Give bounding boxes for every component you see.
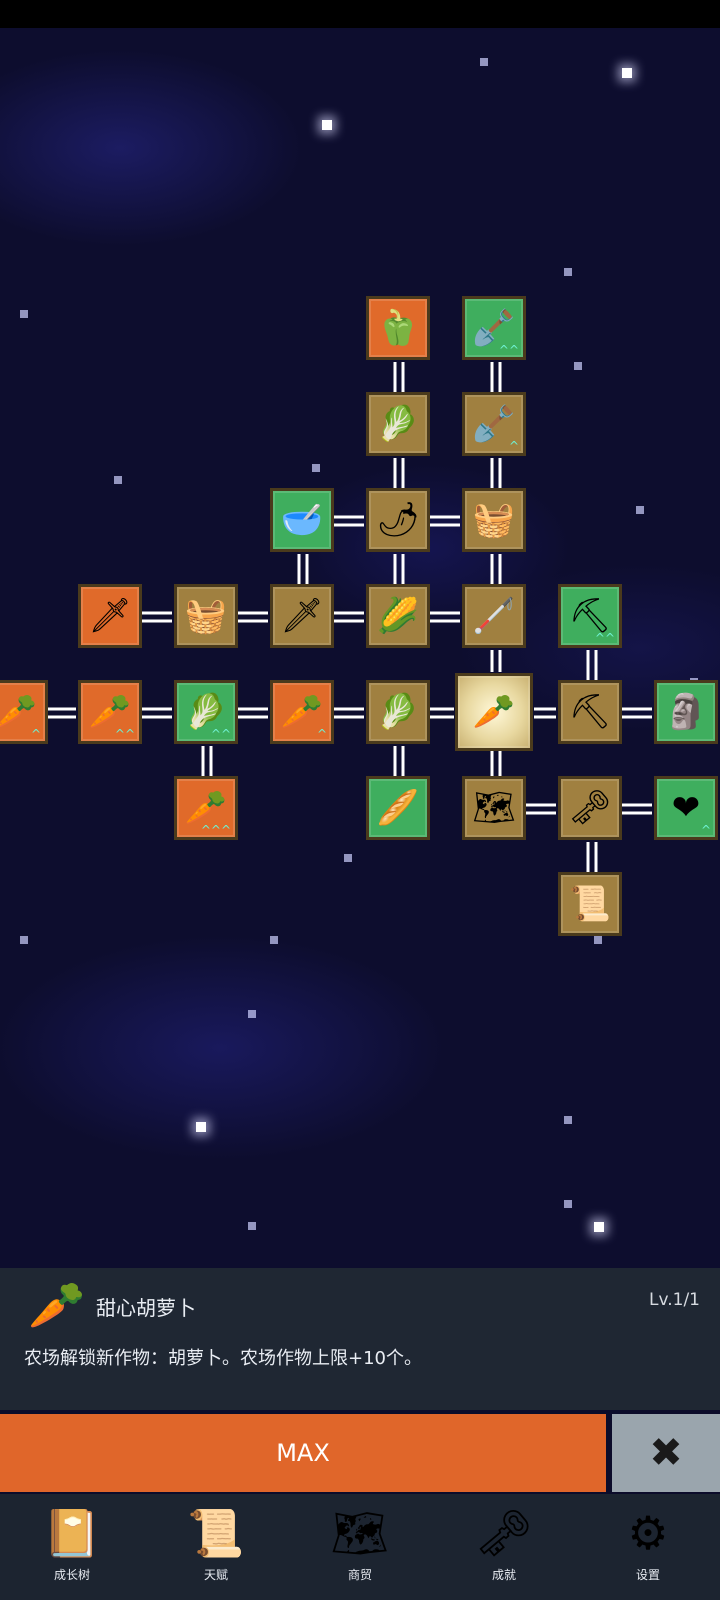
skill-detail-panel: 🥕 甜心胡萝卜 Lv.1/1 农场解锁新作物：胡萝卜。农场作物上限+10个。 <box>0 1268 720 1410</box>
skill-node-carrot-selected[interactable]: 🥕 <box>455 673 533 751</box>
skill-node-chili[interactable]: 🌶 <box>366 488 430 552</box>
tree-connectors <box>48 362 652 872</box>
skill-node-cabbage-left[interactable]: 🥬 ^^ <box>174 680 238 744</box>
statue-icon: 🗿 <box>664 692 708 732</box>
nav-item-growth-tree[interactable]: 📔 成长树 <box>0 1494 144 1600</box>
max-button[interactable]: MAX <box>0 1414 606 1492</box>
skill-node-shovel-top[interactable]: 🪏 ^^ <box>462 296 526 360</box>
skill-node-hoe[interactable]: 🦯 <box>462 584 526 648</box>
heart-icon: ❤ <box>671 788 701 828</box>
golden-key-icon: 🗝 <box>474 1506 534 1560</box>
skill-node-pickaxe-top[interactable]: ⛏ ^^ <box>558 584 622 648</box>
skill-node-heart[interactable]: ❤ ^ <box>654 776 718 840</box>
skill-tree-canvas[interactable]: 🫑 🪏 ^^ 🥬 🪏 ^ 🥣 🌶 🧺 🗡 🧺 🗡 🌽 🦯 ⛏ ^^ 🥕 ^ 🥕 ^^ 🥬 ^… <box>0 28 720 1268</box>
map-icon: 🗺 <box>330 1506 390 1560</box>
nav-item-trade[interactable]: 🗺 商贸 <box>288 1494 432 1600</box>
scroll-icon: 📜 <box>187 1506 245 1560</box>
chest-icon: 🧺 <box>184 596 228 636</box>
cabbage-icon: 🥬 <box>376 692 420 732</box>
nav-label: 天赋 <box>203 1568 228 1582</box>
bell-pepper-icon: 🫑 <box>376 308 420 348</box>
sword-icon: 🗡 <box>280 596 324 636</box>
pickaxe-icon: ⛏ <box>568 596 612 636</box>
upgrade-chevron-icon: ^ <box>700 823 711 837</box>
parsnip-icon: 🥖 <box>376 788 420 828</box>
skill-node-chest-top[interactable]: 🧺 <box>462 488 526 552</box>
cabbage-icon: 🥬 <box>184 692 228 732</box>
skill-node-shovel-mid[interactable]: 🪏 ^ <box>462 392 526 456</box>
scroll-icon: 📜 <box>568 884 612 924</box>
golden-key-icon: 🗝 <box>568 788 612 828</box>
nav-item-achievement[interactable]: 🗝 成就 <box>432 1494 576 1600</box>
close-button[interactable]: ✖ <box>612 1414 720 1492</box>
skill-node-carrot-2[interactable]: 🥕 ^^ <box>78 680 142 744</box>
nav-item-settings[interactable]: ⚙ 设置 <box>576 1494 720 1600</box>
skill-node-pickaxe-mid[interactable]: ⛏ <box>558 680 622 744</box>
nav-label: 设置 <box>635 1568 660 1582</box>
skill-node-chest-left[interactable]: 🧺 <box>174 584 238 648</box>
nav-label: 成就 <box>491 1568 516 1582</box>
skill-node-cabbage-mid[interactable]: 🥬 <box>366 680 430 744</box>
shovel-icon: 🪏 <box>472 308 516 348</box>
skill-node-radish[interactable]: 🥬 <box>366 392 430 456</box>
carrot-icon: 🥕 <box>472 692 516 732</box>
nav-label: 商贸 <box>347 1568 372 1582</box>
skill-node-pepper[interactable]: 🫑 <box>366 296 430 360</box>
carrot-icon: 🥕 <box>0 692 38 732</box>
skill-node-key[interactable]: 🗝 <box>558 776 622 840</box>
skill-node-carrot-low[interactable]: 🥕 ^^^ <box>174 776 238 840</box>
upgrade-chevron-icon: ^^^ <box>200 823 231 837</box>
upgrade-chevron-icon: ^^ <box>114 727 135 741</box>
skill-node-statue[interactable]: 🗿 <box>654 680 718 744</box>
chili-icon: 🌶 <box>376 500 420 540</box>
skill-node-sword-left[interactable]: 🗡 <box>78 584 142 648</box>
skill-node-corn[interactable]: 🌽 <box>366 584 430 648</box>
gear-icon: ⚙ <box>627 1506 669 1560</box>
upgrade-chevron-icon: ^ <box>30 727 41 741</box>
skill-node-scroll[interactable]: 📜 <box>558 872 622 936</box>
upgrade-chevron-icon: ^ <box>508 439 519 453</box>
bottom-nav: 📔 成长树 📜 天赋 🗺 商贸 🗝 成就 ⚙ 设置 <box>0 1494 720 1600</box>
carrot-icon: 🥕 <box>28 1278 86 1332</box>
skill-level: Lv.1/1 <box>649 1290 700 1310</box>
shovel-icon: 🪏 <box>472 404 516 444</box>
skill-description: 农场解锁新作物：胡萝卜。农场作物上限+10个。 <box>24 1348 422 1369</box>
carrot-icon: 🥕 <box>280 692 324 732</box>
chest-icon: 🧺 <box>472 500 516 540</box>
skill-node-bowl[interactable]: 🥣 <box>270 488 334 552</box>
map-icon: 🗺 <box>472 788 516 828</box>
skill-node-parsnip[interactable]: 🥖 <box>366 776 430 840</box>
upgrade-chevron-icon: ^^ <box>210 727 231 741</box>
skill-node-map[interactable]: 🗺 <box>462 776 526 840</box>
upgrade-chevron-icon: ^^ <box>498 343 519 357</box>
white-radish-icon: 🥬 <box>376 404 420 444</box>
nav-item-talent[interactable]: 📜 天赋 <box>144 1494 288 1600</box>
carrot-icon: 🥕 <box>88 692 132 732</box>
nav-label: 成长树 <box>53 1568 90 1582</box>
hoe-icon: 🦯 <box>472 596 516 636</box>
skill-title: 甜心胡萝卜 <box>96 1296 196 1320</box>
sword-icon: 🗡 <box>88 596 132 636</box>
skill-node-carrot-edge[interactable]: 🥕 ^ <box>0 680 48 744</box>
upgrade-chevron-icon: ^^ <box>594 631 615 645</box>
upgrade-chevron-icon: ^ <box>316 727 327 741</box>
status-bar <box>0 0 720 28</box>
bowl-icon: 🥣 <box>280 500 324 540</box>
skill-node-sword-mid[interactable]: 🗡 <box>270 584 334 648</box>
carrot-icon: 🥕 <box>184 788 228 828</box>
corn-icon: 🌽 <box>376 596 420 636</box>
book-icon: 📔 <box>43 1506 101 1560</box>
close-icon: ✖ <box>649 1430 683 1476</box>
skill-node-carrot-3[interactable]: 🥕 ^ <box>270 680 334 744</box>
pickaxe-icon: ⛏ <box>568 692 612 732</box>
